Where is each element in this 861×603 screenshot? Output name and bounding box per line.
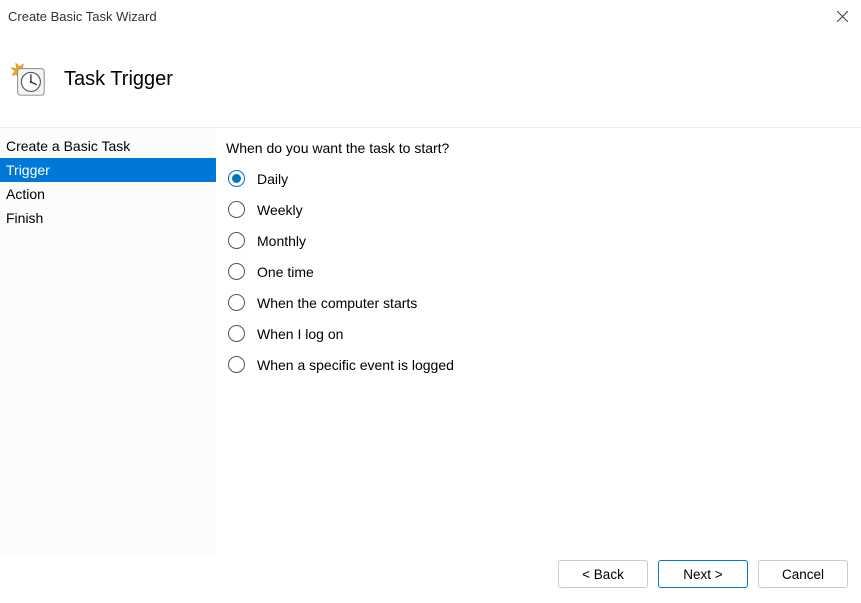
radio-label: One time: [257, 264, 314, 280]
back-button[interactable]: < Back: [558, 560, 648, 588]
next-button[interactable]: Next >: [658, 560, 748, 588]
radio-label: When the computer starts: [257, 295, 417, 311]
radio-icon: [228, 201, 245, 218]
wizard-footer: < Back Next > Cancel: [0, 555, 861, 603]
sidebar-item-action[interactable]: Action: [0, 182, 216, 206]
radio-icon: [228, 170, 245, 187]
wizard-clock-icon: [10, 61, 48, 99]
close-icon[interactable]: [835, 9, 849, 23]
radio-icon: [228, 232, 245, 249]
radio-specific-event[interactable]: When a specific event is logged: [228, 356, 851, 373]
titlebar: Create Basic Task Wizard: [0, 0, 861, 32]
radio-monthly[interactable]: Monthly: [228, 232, 851, 249]
cancel-button[interactable]: Cancel: [758, 560, 848, 588]
radio-icon: [228, 356, 245, 373]
radio-one-time[interactable]: One time: [228, 263, 851, 280]
sidebar-item-trigger[interactable]: Trigger: [0, 158, 216, 182]
radio-label: Weekly: [257, 202, 303, 218]
radio-daily[interactable]: Daily: [228, 170, 851, 187]
radio-computer-starts[interactable]: When the computer starts: [228, 294, 851, 311]
sidebar-item-finish[interactable]: Finish: [0, 206, 216, 230]
radio-icon: [228, 325, 245, 342]
radio-weekly[interactable]: Weekly: [228, 201, 851, 218]
trigger-prompt: When do you want the task to start?: [226, 140, 851, 156]
radio-label: When I log on: [257, 326, 343, 342]
window-title: Create Basic Task Wizard: [8, 9, 157, 24]
sidebar-item-create-basic-task[interactable]: Create a Basic Task: [0, 134, 216, 158]
wizard-main-panel: When do you want the task to start? Dail…: [216, 128, 861, 555]
wizard-header: Task Trigger: [0, 32, 861, 128]
wizard-steps-sidebar: Create a Basic Task Trigger Action Finis…: [0, 128, 216, 555]
radio-label: Daily: [257, 171, 288, 187]
radio-label: Monthly: [257, 233, 306, 249]
radio-icon: [228, 294, 245, 311]
radio-icon: [228, 263, 245, 280]
page-title: Task Trigger: [64, 68, 173, 91]
trigger-radio-group: Daily Weekly Monthly One time When the c…: [228, 170, 851, 373]
radio-log-on[interactable]: When I log on: [228, 325, 851, 342]
radio-label: When a specific event is logged: [257, 357, 454, 373]
wizard-body: Create a Basic Task Trigger Action Finis…: [0, 128, 861, 555]
